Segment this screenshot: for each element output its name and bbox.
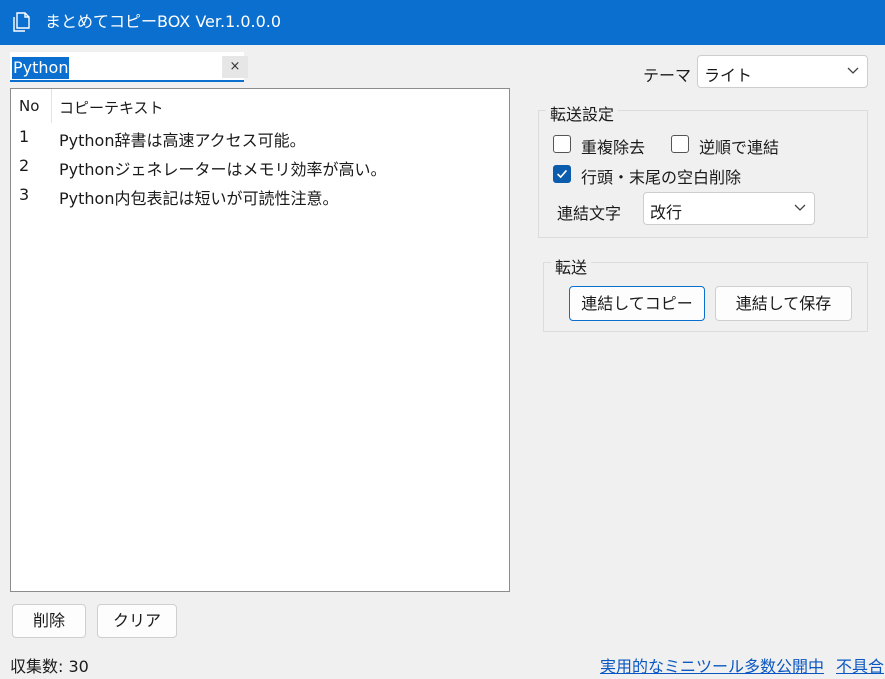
search-underline [10, 80, 244, 82]
list-item-no: 3 [19, 185, 30, 204]
column-separator[interactable] [51, 89, 52, 123]
list-item-text: Pythonジェネレーターはメモリ効率が高い。 [59, 160, 387, 179]
document-copy-icon [13, 12, 30, 32]
chevron-down-icon [794, 204, 806, 211]
list-item-no: 1 [19, 127, 30, 146]
chevron-down-icon [847, 67, 859, 74]
checkmark-icon [556, 169, 568, 179]
clear-button[interactable]: クリア [97, 604, 177, 638]
clear-search-button[interactable]: × [222, 56, 248, 78]
theme-label: テーマ [643, 66, 692, 85]
list-item-text: Python内包表記は短いが可読性注意。 [59, 189, 339, 208]
window-title: まとめてコピーBOX Ver.1.0.0.0 [45, 12, 282, 31]
dedupe-checkbox[interactable] [553, 135, 571, 153]
title-bar: まとめてコピーBOX Ver.1.0.0.0 [0, 0, 885, 45]
delete-button[interactable]: 削除 [12, 604, 86, 638]
theme-select-value: ライト [704, 66, 753, 85]
join-save-button[interactable]: 連結して保存 [715, 286, 852, 321]
list-item-text: Python辞書は高速アクセス可能。 [59, 131, 306, 150]
reverse-label[interactable]: 逆順で連結 [699, 134, 779, 158]
dedupe-label[interactable]: 重複除去 [581, 134, 645, 158]
joiner-label: 連結文字 [557, 204, 622, 223]
collected-count: 収集数: 30 [10, 657, 89, 676]
trim-label[interactable]: 行頭・末尾の空白削除 [581, 164, 741, 188]
search-input[interactable]: Python [12, 57, 70, 79]
bug-report-link[interactable]: 不具合 [836, 653, 884, 677]
list-header: No コピーテキスト [11, 89, 509, 123]
list-item[interactable]: 1 Python辞書は高速アクセス可能。 [11, 123, 509, 152]
trim-checkbox[interactable] [553, 165, 571, 183]
list-item[interactable]: 2 Pythonジェネレーターはメモリ効率が高い。 [11, 152, 509, 181]
theme-select[interactable]: ライト [697, 55, 868, 88]
transfer-title: 転送 [551, 254, 592, 278]
column-header-no[interactable]: No [19, 97, 39, 115]
transfer-settings-title: 転送設定 [546, 101, 619, 125]
search-field[interactable]: Python × [10, 52, 248, 82]
reverse-checkbox[interactable] [671, 135, 689, 153]
join-copy-button[interactable]: 連結してコピー [569, 286, 705, 321]
joiner-select-value: 改行 [650, 203, 683, 222]
joiner-select[interactable]: 改行 [643, 192, 815, 225]
copy-list[interactable]: No コピーテキスト 1 Python辞書は高速アクセス可能。 2 Python… [10, 88, 510, 592]
tools-link[interactable]: 実用的なミニツール多数公開中 [600, 653, 824, 677]
list-item[interactable]: 3 Python内包表記は短いが可読性注意。 [11, 181, 509, 210]
list-item-no: 2 [19, 156, 30, 175]
column-header-text[interactable]: コピーテキスト [59, 97, 164, 118]
